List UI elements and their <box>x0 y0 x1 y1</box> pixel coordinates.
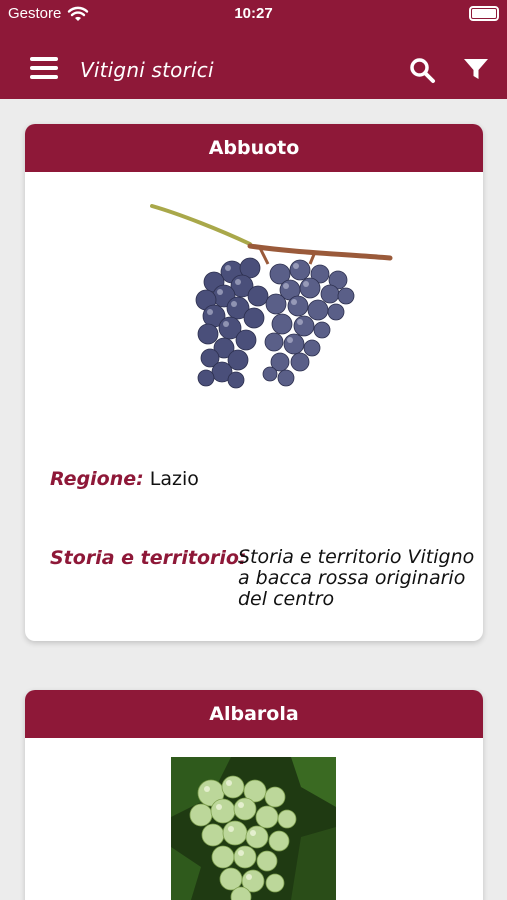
status-time: 10:27 <box>234 5 273 22</box>
grape-image <box>150 204 393 389</box>
search-icon[interactable] <box>408 56 436 84</box>
hamburger-menu-icon[interactable] <box>30 57 58 81</box>
filter-icon[interactable] <box>463 56 489 82</box>
battery-icon <box>469 6 499 21</box>
grape-photo <box>171 757 336 900</box>
storia-label: Storia e territorio: <box>50 547 247 569</box>
nav-bar: Vitigni storici <box>0 44 507 96</box>
regione-row: Regione: Lazio <box>50 468 199 490</box>
page-title: Vitigni storici <box>80 58 214 82</box>
storia-value: Storia e territorio Vitigno a bacca ross… <box>238 546 475 610</box>
card-title: Albarola <box>25 690 483 738</box>
card-title: Abbuoto <box>25 124 483 172</box>
regione-label: Regione: <box>50 468 144 490</box>
storia-label-row: Storia e territorio: <box>50 547 247 569</box>
regione-value: Lazio <box>149 468 199 490</box>
status-bar: Gestore 10:27 <box>0 0 507 30</box>
top-bar: Gestore 10:27 Vitigni storici <box>0 0 507 99</box>
